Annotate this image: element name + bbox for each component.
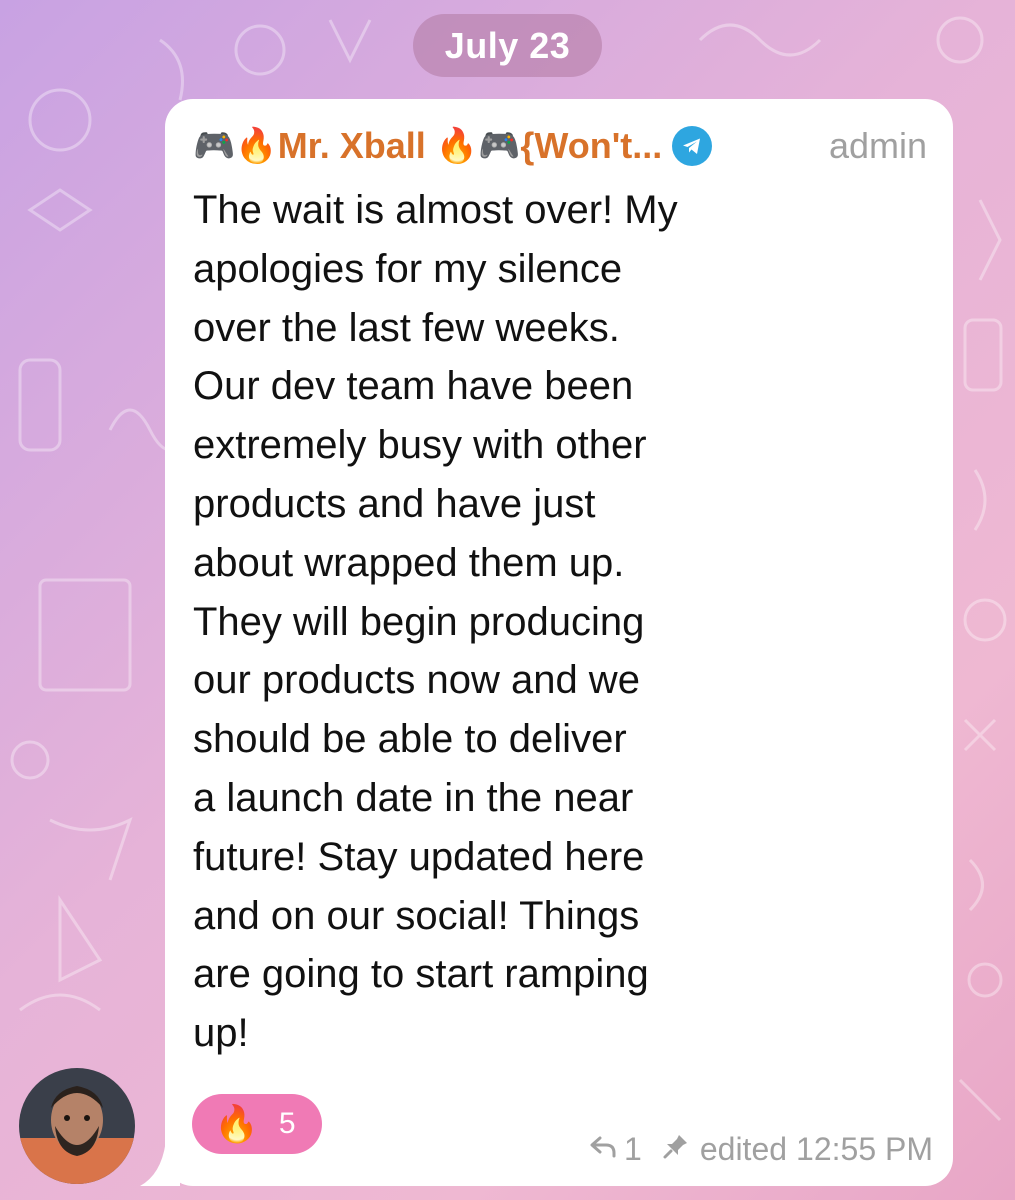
message-line: and on our social! Things bbox=[193, 893, 640, 938]
gamepad-icon: 🎮 bbox=[193, 126, 236, 166]
bubble-tail bbox=[140, 1140, 180, 1186]
message-text: The wait is almost over! My apologies fo… bbox=[193, 181, 893, 1063]
message-line: about wrapped them up. bbox=[193, 540, 625, 585]
message-line: our products now and we bbox=[193, 658, 640, 703]
gamepad-icon: 🎮 bbox=[478, 126, 521, 166]
message-line: products and have just bbox=[193, 481, 596, 526]
message-line: up! bbox=[193, 1011, 249, 1056]
message-line: a launch date in the near bbox=[193, 775, 634, 820]
avatar[interactable] bbox=[19, 1068, 135, 1184]
date-separator: July 23 bbox=[413, 14, 602, 77]
message-line: They will begin producing bbox=[193, 599, 645, 644]
admin-label: admin bbox=[828, 125, 927, 166]
sender-name-suffix: {Won't... bbox=[520, 125, 663, 166]
fire-icon: 🔥 bbox=[435, 126, 479, 166]
message-line: should be able to deliver bbox=[193, 717, 627, 762]
message-meta: 1 edited 12:55 PM bbox=[588, 1131, 933, 1168]
message-line: The wait is almost over! My bbox=[193, 188, 678, 232]
message-line: over the last few weeks. bbox=[193, 305, 620, 350]
edited-label: edited bbox=[699, 1131, 788, 1167]
message-header: 🎮 🔥 Mr. Xball 🔥 🎮 {Won't... admin bbox=[193, 121, 927, 171]
message-time: 12:55 PM bbox=[796, 1131, 933, 1167]
fire-icon: 🔥 bbox=[214, 1104, 259, 1145]
sender-name-text: Mr. Xball bbox=[277, 125, 426, 166]
message-line: are going to start ramping bbox=[193, 952, 649, 997]
fire-reaction-button[interactable]: 🔥 5 bbox=[192, 1094, 322, 1154]
pin-icon bbox=[662, 1131, 690, 1168]
fire-icon: 🔥 bbox=[235, 126, 278, 166]
reaction-count: 5 bbox=[278, 1107, 296, 1140]
reply-arrow-icon[interactable] bbox=[588, 1131, 618, 1168]
message-line: future! Stay updated here bbox=[193, 834, 645, 879]
message-line: extremely busy with other bbox=[193, 423, 647, 468]
message-line: apologies for my silence bbox=[193, 246, 623, 291]
sender-name[interactable]: 🎮 🔥 Mr. Xball 🔥 🎮 {Won't... bbox=[193, 125, 662, 167]
message-line: Our dev team have been bbox=[193, 364, 634, 409]
message-bubble[interactable]: 🎮 🔥 Mr. Xball 🔥 🎮 {Won't... admin The wait … bbox=[165, 99, 953, 1186]
reply-count[interactable]: 1 bbox=[624, 1131, 642, 1168]
telegram-badge-icon bbox=[672, 126, 713, 166]
